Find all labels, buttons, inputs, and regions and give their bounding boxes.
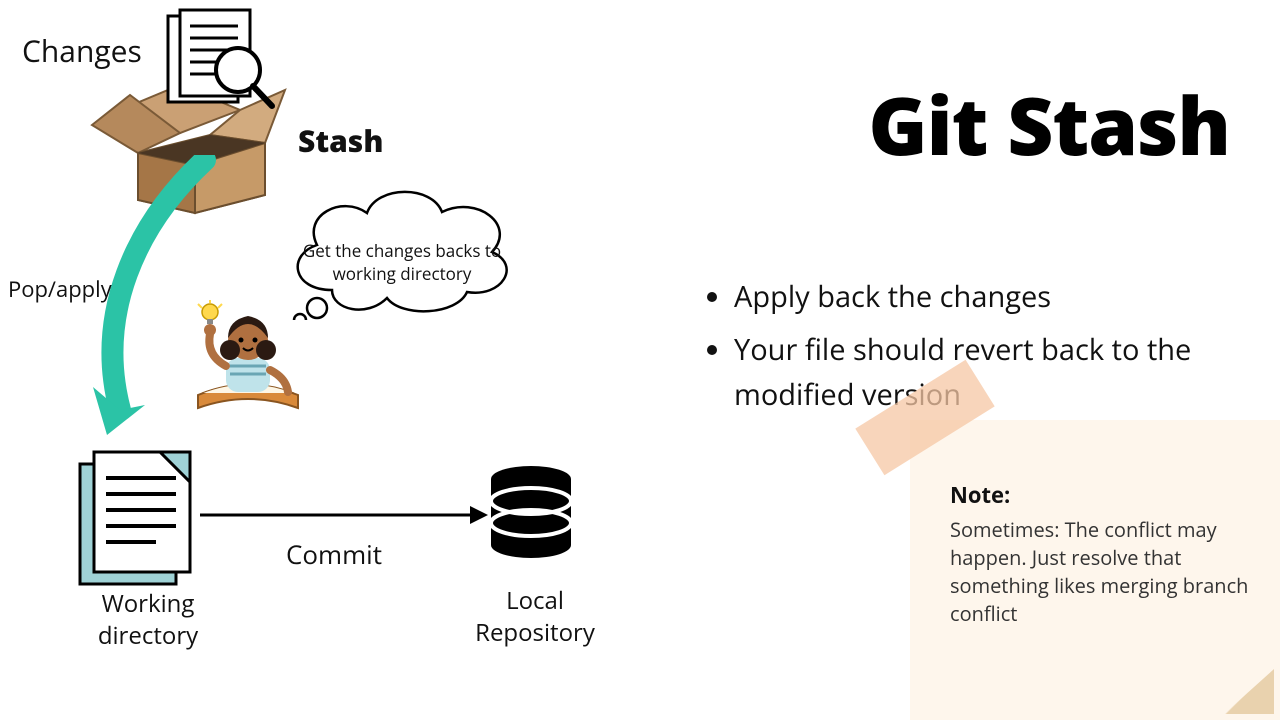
database-icon (486, 465, 576, 565)
git-stash-diagram: Changes Stash Pop/apply Commit Working d… (0, 0, 640, 720)
thought-bubble: Get the changes backs to working directo… (282, 180, 522, 320)
local-repository-label: Local Repository (470, 585, 600, 650)
note-title: Note: (950, 480, 1252, 510)
thought-text: Get the changes backs to working directo… (302, 240, 502, 286)
note-box: Note: Sometimes: The conflict may happen… (910, 420, 1280, 720)
arrow-right-icon (200, 500, 490, 530)
bullet-item: Apply back the changes (734, 275, 1240, 320)
slide-title: Git Stash (868, 70, 1230, 179)
note-body: Sometimes: The conflict may happen. Just… (950, 516, 1252, 628)
stash-label: Stash (298, 120, 383, 161)
file-icon (76, 448, 196, 588)
commit-label: Commit (286, 536, 382, 572)
page-curl-icon (1224, 669, 1274, 714)
working-directory-label: Working directory (88, 588, 208, 653)
document-magnifier-icon (160, 8, 280, 118)
